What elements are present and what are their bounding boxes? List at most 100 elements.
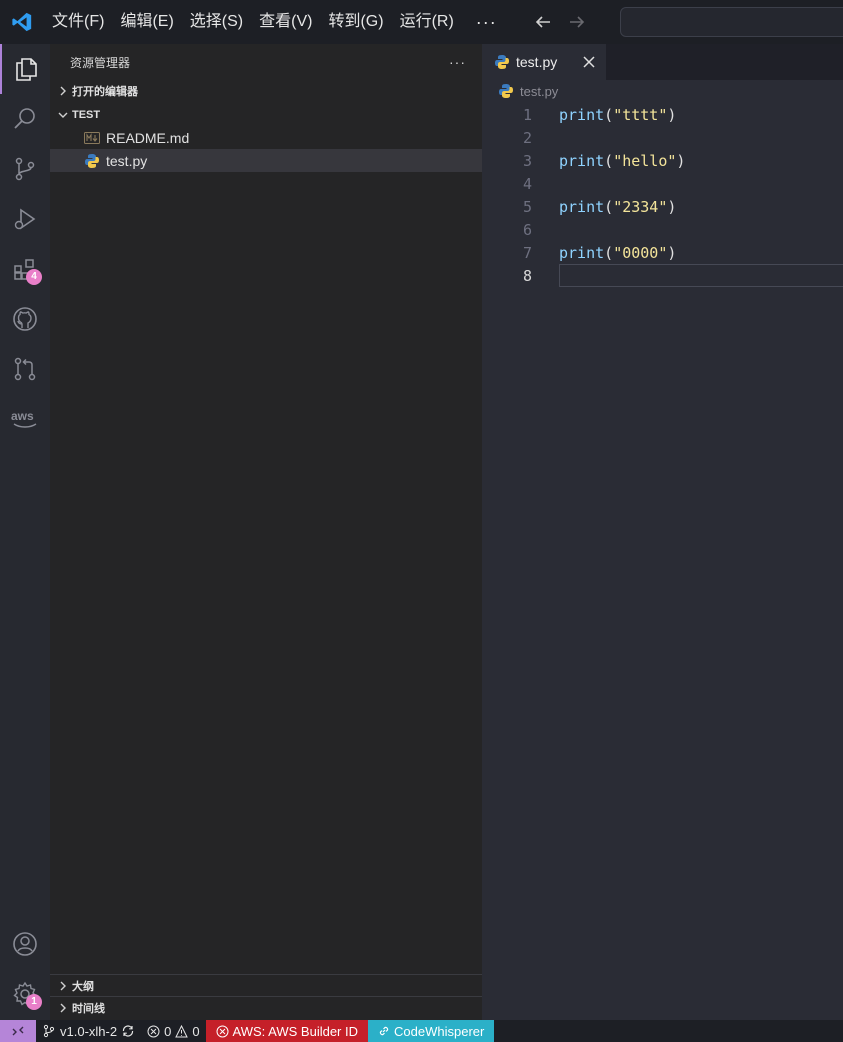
- command-center-search[interactable]: [620, 7, 843, 37]
- function-token: print: [559, 243, 605, 262]
- file-readme[interactable]: README.md: [50, 126, 482, 149]
- branch-name: v1.0-xlh-2: [60, 1023, 118, 1039]
- vscode-logo-icon: [0, 0, 44, 44]
- menu-edit[interactable]: 编辑(E): [112, 0, 181, 44]
- aws-label: AWS: AWS Builder ID: [232, 1023, 359, 1039]
- menu-bar: 文件(F) 编辑(E) 选择(S) 查看(V) 转到(G) 运行(R) ···: [44, 0, 511, 44]
- outline-section[interactable]: 大纲: [50, 974, 482, 996]
- line-number: 2: [522, 128, 532, 147]
- menu-view[interactable]: 查看(V): [251, 0, 320, 44]
- explorer-more-button[interactable]: ···: [449, 54, 466, 70]
- extensions-icon[interactable]: 4: [0, 244, 50, 294]
- explorer-title: 资源管理器: [70, 55, 131, 70]
- timeline-label: 时间线: [72, 1002, 105, 1015]
- folder-section-test[interactable]: TEST: [50, 104, 482, 126]
- source-control-icon[interactable]: [0, 144, 50, 194]
- settings-badge: 1: [26, 994, 42, 1010]
- chevron-right-icon: [56, 1003, 70, 1013]
- markdown-file-icon: [84, 130, 100, 146]
- close-icon[interactable]: [580, 53, 598, 71]
- warning-count: 0: [192, 1023, 200, 1039]
- menu-file[interactable]: 文件(F): [44, 0, 112, 44]
- tab-label: test.py: [516, 54, 558, 70]
- chevron-right-icon: [56, 981, 70, 991]
- activity-bar: 4 aws 1: [0, 44, 50, 1020]
- line-number: 3: [522, 151, 532, 170]
- code-line[interactable]: 3 print("hello"): [482, 149, 843, 172]
- menu-go[interactable]: 转到(G): [320, 0, 391, 44]
- error-icon: [147, 1025, 160, 1037]
- breadcrumb[interactable]: test.py: [482, 80, 843, 102]
- sync-icon[interactable]: [121, 1024, 135, 1038]
- python-file-icon: [84, 153, 100, 169]
- timeline-section[interactable]: 时间线: [50, 996, 482, 1018]
- line-number: 5: [522, 197, 532, 216]
- codewhisperer-label: CodeWhisperer: [394, 1023, 485, 1039]
- svg-text:aws: aws: [11, 409, 34, 423]
- function-token: print: [559, 105, 605, 124]
- menu-more-button[interactable]: ···: [462, 12, 511, 33]
- problems-status[interactable]: 0 0: [141, 1020, 205, 1042]
- current-line-highlight: [559, 264, 843, 287]
- file-name: README.md: [106, 129, 190, 146]
- branch-status[interactable]: v1.0-xlh-2: [36, 1020, 141, 1042]
- line-number: 1: [522, 105, 532, 124]
- file-test-py[interactable]: test.py: [50, 149, 482, 172]
- remote-indicator-icon[interactable]: [0, 1020, 36, 1042]
- code-line[interactable]: 1 print("tttt"): [482, 103, 843, 126]
- explorer-sidebar: 资源管理器 ··· 打开的编辑器 TEST README.md test.py …: [50, 44, 482, 1020]
- code-line[interactable]: 8: [482, 264, 843, 287]
- folder-label: TEST: [72, 109, 101, 121]
- aws-icon[interactable]: aws: [0, 394, 50, 444]
- code-text: print("hello"): [559, 151, 686, 170]
- back-arrow-icon[interactable]: [533, 12, 553, 32]
- code-text: print("2334"): [559, 197, 677, 216]
- string-token: "0000": [613, 243, 668, 262]
- forward-arrow-icon[interactable]: [567, 12, 587, 32]
- tab-test-py[interactable]: test.py: [482, 44, 606, 80]
- line-number: 8: [522, 266, 532, 285]
- function-token: print: [559, 197, 605, 216]
- code-line[interactable]: 7 print("0000"): [482, 241, 843, 264]
- pull-requests-icon[interactable]: [0, 344, 50, 394]
- branch-icon: [43, 1024, 55, 1038]
- title-bar: 文件(F) 编辑(E) 选择(S) 查看(V) 转到(G) 运行(R) ···: [0, 0, 843, 44]
- open-editors-section[interactable]: 打开的编辑器: [50, 80, 482, 102]
- extensions-badge: 4: [26, 269, 42, 285]
- line-number: 6: [522, 220, 532, 239]
- menu-run[interactable]: 运行(R): [392, 0, 462, 44]
- line-number: 7: [522, 243, 532, 262]
- code-text: print("0000"): [559, 243, 677, 262]
- line-number: 4: [522, 174, 532, 193]
- status-bar: v1.0-xlh-2 0 0 AWS: AWS Builder ID CodeW…: [0, 1020, 843, 1042]
- search-icon[interactable]: [0, 94, 50, 144]
- breadcrumb-file: test.py: [520, 83, 559, 99]
- code-line[interactable]: 4: [482, 172, 843, 195]
- code-line[interactable]: 6: [482, 218, 843, 241]
- code-line[interactable]: 2: [482, 126, 843, 149]
- codewhisperer-status[interactable]: CodeWhisperer: [368, 1020, 495, 1042]
- code-line[interactable]: 5 print("2334"): [482, 195, 843, 218]
- python-file-icon: [494, 54, 510, 70]
- github-icon[interactable]: [0, 294, 50, 344]
- file-name: test.py: [106, 152, 148, 169]
- aws-status[interactable]: AWS: AWS Builder ID: [205, 1020, 369, 1042]
- run-debug-icon[interactable]: [0, 194, 50, 244]
- open-editors-label: 打开的编辑器: [72, 86, 138, 98]
- outline-label: 大纲: [72, 980, 94, 993]
- code-text: print("tttt"): [559, 105, 677, 124]
- error-count: 0: [164, 1023, 172, 1039]
- editor-area: test.py test.py 1 print("tttt") 2 3 print("h…: [482, 44, 843, 1020]
- function-token: print: [559, 151, 605, 170]
- link-icon: [379, 1026, 389, 1036]
- explorer-icon[interactable]: [0, 44, 50, 94]
- settings-gear-icon[interactable]: 1: [0, 969, 50, 1019]
- menu-selection[interactable]: 选择(S): [182, 0, 251, 44]
- string-token: "tttt": [613, 105, 668, 124]
- tab-bar: test.py: [482, 44, 843, 80]
- error-icon: [216, 1025, 229, 1037]
- chevron-right-icon: [56, 86, 70, 96]
- string-token: "2334": [613, 197, 668, 216]
- string-token: "hello": [613, 151, 677, 170]
- accounts-icon[interactable]: [0, 919, 50, 969]
